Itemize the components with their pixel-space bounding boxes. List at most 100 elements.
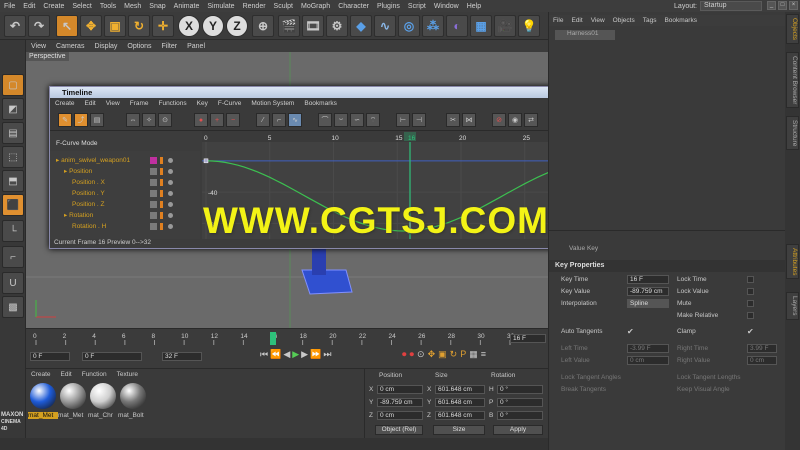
make-relative-checkbox[interactable]	[747, 312, 754, 319]
menu-sculpt[interactable]: Sculpt	[270, 3, 297, 10]
material-swatch[interactable]	[60, 383, 86, 409]
keyframe-point[interactable]	[203, 158, 209, 164]
objects-menu-file[interactable]: File	[549, 17, 567, 24]
unify-tangent-icon[interactable]: ⋈	[462, 113, 476, 127]
close-icon[interactable]: ×	[789, 1, 798, 10]
lock-value-checkbox[interactable]	[747, 288, 754, 295]
track-lock-icon[interactable]	[160, 201, 163, 208]
layout-selector[interactable]: Layout: Startup	[674, 1, 762, 11]
objects-menu-edit[interactable]: Edit	[567, 17, 586, 24]
ease-in-icon[interactable]: ⌒	[318, 113, 332, 127]
material-swatch[interactable]	[30, 383, 56, 409]
viewport-menu-view[interactable]: View	[26, 43, 51, 50]
rotate-icon[interactable]: ↻	[128, 15, 150, 37]
material-swatch[interactable]	[120, 383, 146, 409]
model-mode-icon[interactable]: ▢	[2, 74, 24, 96]
array-icon[interactable]: ⁂	[422, 15, 444, 37]
material-menu-create[interactable]: Create	[26, 371, 56, 378]
pla-key-icon[interactable]: ▦	[469, 349, 478, 360]
size-mode-select[interactable]: Size	[433, 425, 485, 435]
param-key-icon[interactable]: P	[460, 349, 466, 360]
lock-value-icon[interactable]: ⊣	[412, 113, 426, 127]
prev-frame-icon[interactable]: ◀	[283, 349, 290, 360]
timeline-menu-key[interactable]: Key	[192, 100, 213, 107]
track-row[interactable]: ▸ Rotation	[50, 210, 200, 221]
viewport-menu-options[interactable]: Options	[122, 43, 156, 50]
minimize-icon[interactable]: _	[767, 1, 776, 10]
menu-plugins[interactable]: Plugins	[373, 3, 404, 10]
track-lock-icon[interactable]	[160, 223, 163, 230]
goto-end-icon[interactable]: ⏭	[323, 349, 331, 360]
timeline-menu-create[interactable]: Create	[50, 100, 80, 107]
key-mode-icon[interactable]: ✎	[58, 113, 72, 127]
menu-select[interactable]: Select	[68, 3, 95, 10]
timeline-menu-bookmarks[interactable]: Bookmarks	[299, 100, 342, 107]
material-swatch[interactable]	[90, 383, 116, 409]
ease-out-icon[interactable]: ⌣	[334, 113, 348, 127]
camera-icon[interactable]: 🎥	[494, 15, 516, 37]
tweak-icon[interactable]: ⌐	[2, 246, 24, 268]
scene-icon[interactable]: ▦	[470, 15, 492, 37]
fcurve-mode-icon[interactable]: ⤴	[74, 113, 88, 127]
timeline-menu-icon[interactable]: ≡	[481, 349, 486, 360]
track-enable-icon[interactable]	[168, 191, 173, 196]
timeline-menu-view[interactable]: View	[101, 100, 125, 107]
track-lock-icon[interactable]	[160, 212, 163, 219]
viewport-menu-display[interactable]: Display	[89, 43, 122, 50]
rotation-field[interactable]: 0 °	[497, 385, 543, 394]
track-lock-icon[interactable]	[160, 157, 163, 164]
axis-mode-icon[interactable]: └	[2, 220, 24, 242]
mute-checkbox[interactable]	[747, 300, 754, 307]
object-item[interactable]: Harness01	[555, 30, 615, 40]
menu-snap[interactable]: Snap	[145, 3, 169, 10]
menu-tools[interactable]: Tools	[96, 3, 120, 10]
z-axis-icon[interactable]: Z	[226, 15, 248, 37]
cube-icon[interactable]: ◆	[350, 15, 372, 37]
menu-animate[interactable]: Animate	[170, 3, 204, 10]
record-icon[interactable]: ⏺	[402, 349, 407, 360]
track-lock-icon[interactable]	[160, 190, 163, 197]
end-frame-field[interactable]: 32 F	[162, 352, 202, 361]
track-row[interactable]: ▸ anim_swivel_weapon01	[50, 155, 200, 166]
start-frame-field[interactable]: 0 F	[30, 352, 70, 361]
left-time-field[interactable]: -3.99 F	[627, 344, 669, 353]
objects-menu-view[interactable]: View	[587, 17, 609, 24]
next-key-icon[interactable]: ⏩	[310, 349, 321, 360]
menu-help[interactable]: Help	[463, 3, 485, 10]
auto-tangents-check-icon[interactable]: ✔	[627, 327, 634, 336]
timeline-menu-functions[interactable]: Functions	[153, 100, 191, 107]
mute-icon[interactable]: ⊘	[492, 113, 506, 127]
timeline-menu-motion-system[interactable]: Motion System	[246, 100, 299, 107]
x-axis-icon[interactable]: X	[178, 15, 200, 37]
coord-icon[interactable]: ⊕	[252, 15, 274, 37]
undo-icon[interactable]: ↶	[4, 15, 26, 37]
preview-start-field[interactable]: 0 F	[82, 352, 142, 361]
material-label[interactable]: mat_Bolt	[118, 412, 148, 419]
lock-time-checkbox[interactable]	[747, 276, 754, 283]
polygons-mode-icon[interactable]: ⬛	[2, 194, 24, 216]
size-field[interactable]: 601.648 cm	[435, 385, 485, 394]
track-enable-icon[interactable]	[168, 213, 173, 218]
snap-icon[interactable]: U	[2, 272, 24, 294]
track-row[interactable]: Position . X	[50, 177, 200, 188]
step-icon[interactable]: ⌐	[272, 113, 286, 127]
add-icon[interactable]: ✛	[152, 15, 174, 37]
menu-script[interactable]: Script	[404, 3, 430, 10]
track-lock-icon[interactable]	[160, 168, 163, 175]
timeline-menu-edit[interactable]: Edit	[80, 100, 101, 107]
edges-mode-icon[interactable]: ⬒	[2, 170, 24, 192]
tab-layers[interactable]: Layers	[786, 292, 799, 320]
position-field[interactable]: 0 cm	[377, 411, 423, 420]
right-time-field[interactable]: 3.99 F	[747, 344, 777, 353]
material-menu-function[interactable]: Function	[77, 371, 112, 378]
viewport-menu-filter[interactable]: Filter	[157, 43, 183, 50]
spline-icon[interactable]: ∿	[374, 15, 396, 37]
linear-icon[interactable]: ⁄	[256, 113, 270, 127]
rotation-field[interactable]: 0 °	[497, 398, 543, 407]
objects-menu-tags[interactable]: Tags	[639, 17, 661, 24]
clamp-check-icon[interactable]: ✔	[747, 327, 754, 336]
right-value-field[interactable]: 0 cm	[747, 356, 777, 365]
y-axis-icon[interactable]: Y	[202, 15, 224, 37]
frame-playhead[interactable]	[270, 332, 276, 345]
scale-icon[interactable]: ▣	[104, 15, 126, 37]
